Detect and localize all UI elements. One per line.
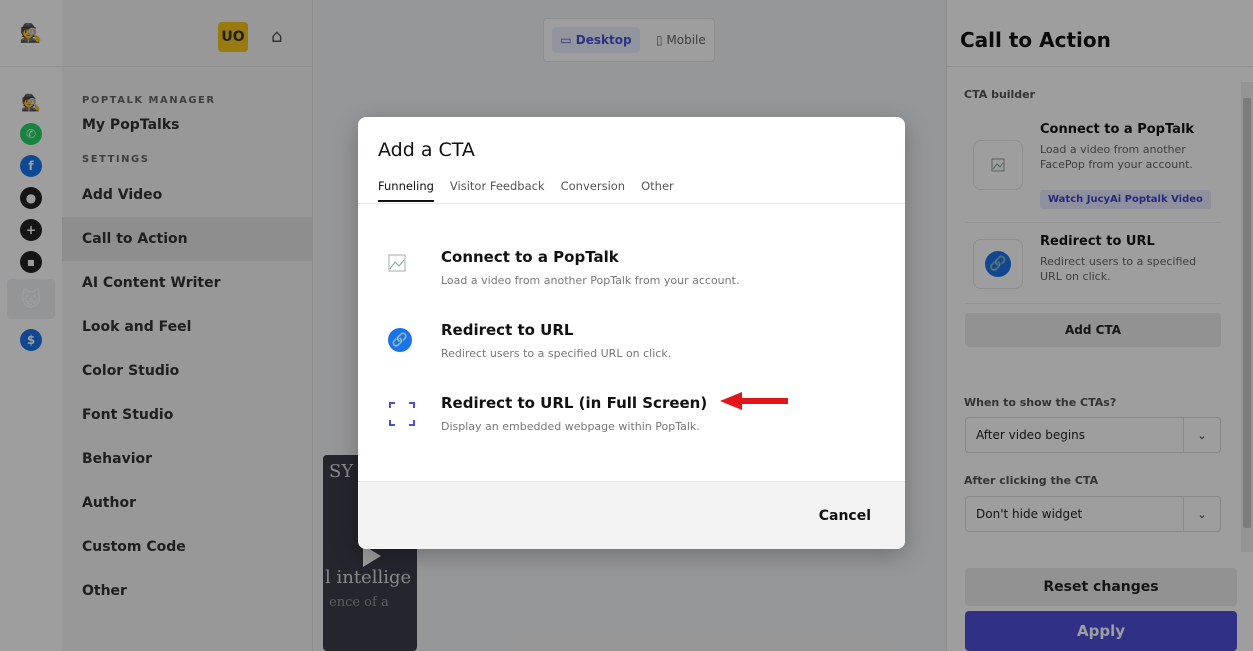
option-desc: Redirect users to a specified URL on cli… xyxy=(441,347,672,360)
cancel-button[interactable]: Cancel xyxy=(819,508,871,524)
option-connect-poptalk[interactable]: Connect to a PopTalk Load a video from a… xyxy=(388,248,868,292)
broken-image-icon xyxy=(388,254,408,274)
option-title: Connect to a PopTalk xyxy=(441,248,619,266)
tab-conversion[interactable]: Conversion xyxy=(561,179,625,202)
modal-tabs: Funneling Visitor Feedback Conversion Ot… xyxy=(378,179,674,202)
modal-backdrop-right[interactable] xyxy=(946,0,1253,651)
tab-visitor-feedback[interactable]: Visitor Feedback xyxy=(450,179,545,202)
option-title: Redirect to URL xyxy=(441,321,574,339)
add-cta-modal: Add a CTA Funneling Visitor Feedback Con… xyxy=(358,117,905,549)
option-redirect-url[interactable]: 🔗 Redirect to URL Redirect users to a sp… xyxy=(388,321,868,365)
red-arrow-annotation xyxy=(720,392,788,410)
option-title: Redirect to URL (in Full Screen) xyxy=(441,394,708,412)
option-desc: Load a video from another PopTalk from y… xyxy=(441,274,740,287)
modal-title: Add a CTA xyxy=(378,139,475,161)
option-desc: Display an embedded webpage within PopTa… xyxy=(441,420,700,433)
tab-funneling[interactable]: Funneling xyxy=(378,179,434,202)
modal-footer: Cancel xyxy=(358,482,905,549)
fullscreen-icon xyxy=(388,400,416,428)
link-icon: 🔗 xyxy=(388,328,412,352)
tab-other[interactable]: Other xyxy=(641,179,674,202)
option-redirect-full-screen[interactable]: Redirect to URL (in Full Screen) Display… xyxy=(388,394,868,438)
